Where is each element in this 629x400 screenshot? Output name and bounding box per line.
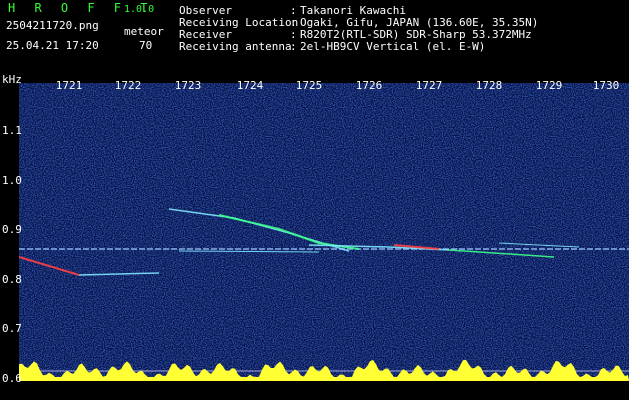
spectrogram-canvas bbox=[19, 83, 629, 381]
timestamp-label: 25.04.21 17:20 bbox=[6, 39, 99, 52]
x-tick-label: 1729 bbox=[535, 79, 563, 92]
meteor-count: 70 bbox=[139, 39, 153, 52]
mode-label: meteor bbox=[124, 25, 164, 38]
x-tick-label: 1722 bbox=[114, 79, 142, 92]
x-tick-label: 1723 bbox=[174, 79, 202, 92]
antenna-value: 2el-HB9CV Vertical (el. E-W) bbox=[300, 40, 486, 53]
y-tick-label: 0.7 bbox=[2, 322, 22, 335]
x-tick-label: 1730 bbox=[592, 79, 620, 92]
x-tick-label: 1726 bbox=[355, 79, 383, 92]
y-tick-label: 0.9 bbox=[2, 223, 22, 236]
y-tick-label: 0.6 bbox=[2, 372, 22, 385]
x-tick-label: 1724 bbox=[236, 79, 264, 92]
spectrogram bbox=[19, 83, 629, 381]
x-tick-label: 1725 bbox=[295, 79, 323, 92]
antenna-separator: : bbox=[290, 40, 297, 53]
y-tick-label: 1.1 bbox=[2, 124, 22, 137]
filename-label: 2504211720.png bbox=[6, 19, 99, 32]
y-axis-unit: kHz bbox=[2, 73, 22, 86]
antenna-label: Receiving antenna bbox=[179, 40, 292, 53]
y-tick-label: 0.8 bbox=[2, 273, 22, 286]
x-tick-label: 1727 bbox=[415, 79, 443, 92]
noise-floor bbox=[19, 83, 629, 381]
app-version: 1.0.0 bbox=[124, 4, 155, 15]
y-tick-label: 1.0 bbox=[2, 174, 22, 187]
x-tick-label: 1721 bbox=[55, 79, 83, 92]
x-tick-label: 1728 bbox=[475, 79, 503, 92]
